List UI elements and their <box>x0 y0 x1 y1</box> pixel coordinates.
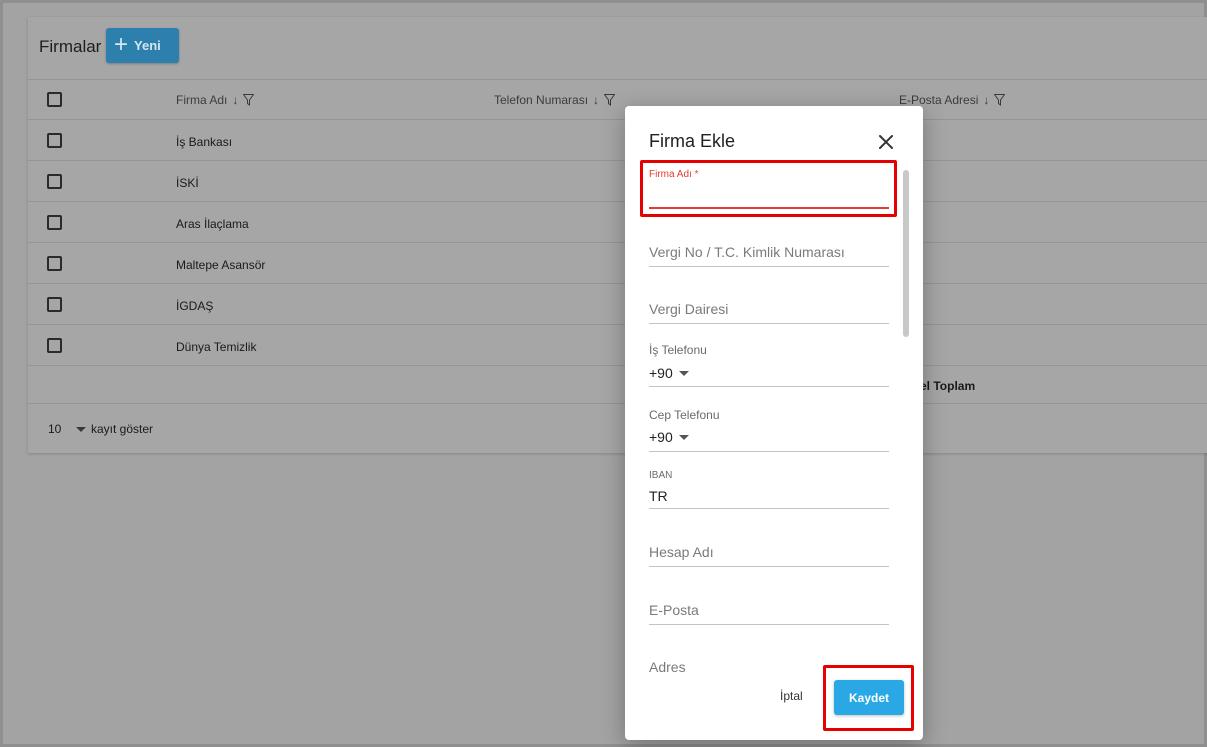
filter-icon[interactable] <box>603 94 616 106</box>
row-checkbox[interactable] <box>47 215 62 230</box>
company-name-cell: İGDAŞ <box>176 299 214 313</box>
new-button-label: Yeni <box>134 38 161 53</box>
field-underline <box>649 266 889 267</box>
work-phone-field[interactable]: İş Telefonu +90 <box>649 342 889 388</box>
email-placeholder: E-Posta <box>649 602 699 618</box>
email-field[interactable]: E-Posta <box>649 600 889 626</box>
field-underline <box>649 451 889 452</box>
field-underline <box>649 624 889 625</box>
row-checkbox[interactable] <box>47 133 62 148</box>
mobile-phone-label: Cep Telefonu <box>649 408 720 422</box>
filter-icon[interactable] <box>242 94 255 106</box>
dialog-title: Firma Ekle <box>649 131 736 151</box>
close-icon[interactable] <box>877 133 895 151</box>
tax-office-field[interactable]: Vergi Dairesi <box>649 299 889 325</box>
account-name-placeholder: Hesap Adı <box>649 544 714 560</box>
account-name-field[interactable]: Hesap Adı <box>649 542 889 568</box>
select-all-checkbox[interactable] <box>47 92 62 107</box>
table-row[interactable]: İş Bankası <box>28 119 1207 160</box>
row-checkbox[interactable] <box>47 174 62 189</box>
address-field[interactable]: Adres <box>649 657 769 679</box>
chevron-down-icon[interactable] <box>76 427 86 432</box>
work-phone-country-code[interactable]: +90 <box>649 365 689 381</box>
address-placeholder: Adres <box>649 659 686 675</box>
sort-down-icon[interactable]: ↓ <box>593 93 599 107</box>
iban-field[interactable]: IBAN TR <box>649 470 889 510</box>
tax-office-placeholder: Vergi Dairesi <box>649 301 729 317</box>
app-frame: Firmalar + Yeni Firma Adı ↓ Telefon Numa… <box>0 0 1207 747</box>
field-underline <box>649 323 889 324</box>
table-row[interactable]: İGDAŞ <box>28 283 1207 324</box>
company-name-cell: İş Bankası <box>176 135 233 149</box>
row-checkbox[interactable] <box>47 338 62 353</box>
total-row: el Toplam <box>28 365 1207 403</box>
table-row[interactable]: Aras İlaçlama <box>28 201 1207 242</box>
mobile-phone-field[interactable]: Cep Telefonu +90 <box>649 407 889 453</box>
table-row[interactable]: Dünya Temizlik <box>28 324 1207 365</box>
work-phone-label: İş Telefonu <box>649 343 707 357</box>
row-checkbox[interactable] <box>47 297 62 312</box>
country-code-value: +90 <box>649 365 673 381</box>
company-name-cell: Maltepe Asansör <box>176 258 266 272</box>
cancel-button[interactable]: İptal <box>780 689 803 703</box>
country-code-value: +90 <box>649 429 673 445</box>
field-underline <box>649 386 889 387</box>
sort-down-icon[interactable]: ↓ <box>983 93 989 107</box>
save-button-highlight-box <box>823 665 914 731</box>
table-footer: 10 kayıt göster <box>28 403 1207 453</box>
page-title: Firmalar <box>39 37 102 56</box>
plus-icon: + <box>114 30 129 58</box>
card-header: Firmalar + Yeni <box>28 17 1207 79</box>
page-size-label: kayıt göster <box>91 422 154 436</box>
mobile-phone-country-code[interactable]: +90 <box>649 429 689 445</box>
table-header: Firma Adı ↓ Telefon Numarası ↓ E-Posta A… <box>28 79 1207 119</box>
company-name-highlight-box <box>640 160 897 217</box>
filter-icon[interactable] <box>993 94 1006 106</box>
company-name-cell: Aras İlaçlama <box>176 217 249 231</box>
tax-number-placeholder: Vergi No / T.C. Kimlik Numarası <box>649 244 845 260</box>
company-name-cell: İSKİ <box>176 176 199 190</box>
table-row[interactable]: Maltepe Asansör <box>28 242 1207 283</box>
column-label: Telefon Numarası <box>494 93 589 107</box>
dialog-scrollbar[interactable] <box>903 170 909 337</box>
chevron-down-icon <box>678 434 689 440</box>
column-label: E-Posta Adresi <box>899 93 979 107</box>
iban-value: TR <box>649 488 668 504</box>
sort-down-icon[interactable]: ↓ <box>232 93 238 107</box>
tax-number-field[interactable]: Vergi No / T.C. Kimlik Numarası <box>649 242 889 268</box>
field-underline <box>649 508 889 509</box>
column-header-company[interactable]: Firma Adı ↓ <box>176 93 255 107</box>
company-name-cell: Dünya Temizlik <box>176 340 257 354</box>
chevron-down-icon <box>678 370 689 376</box>
table-row[interactable]: İSKİ <box>28 160 1207 201</box>
page-size-value[interactable]: 10 <box>48 422 61 436</box>
column-label: Firma Adı <box>176 93 228 107</box>
iban-label: IBAN <box>649 470 673 481</box>
total-label: el Toplam <box>920 379 976 393</box>
companies-card: Firmalar + Yeni Firma Adı ↓ Telefon Numa… <box>28 17 1207 453</box>
row-checkbox[interactable] <box>47 256 62 271</box>
new-company-button[interactable]: + Yeni <box>106 28 179 63</box>
field-underline <box>649 566 889 567</box>
column-header-email[interactable]: E-Posta Adresi ↓ <box>899 93 1006 107</box>
column-header-phone[interactable]: Telefon Numarası ↓ <box>494 93 616 107</box>
